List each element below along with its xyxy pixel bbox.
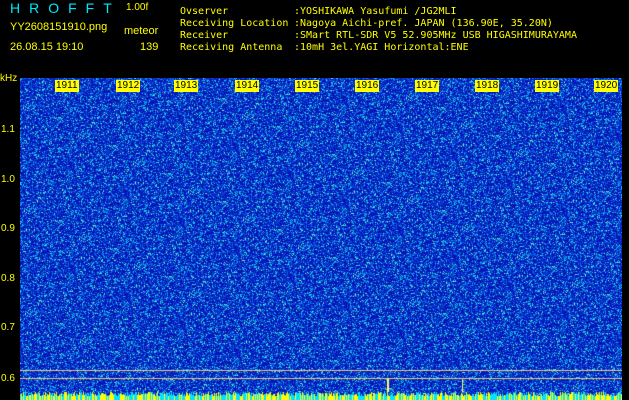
mode-label: meteor <box>124 25 159 37</box>
info-label-observer: Ovserver <box>180 6 229 17</box>
time-mark: 1912 <box>116 80 141 92</box>
y-tick-label: 1.1 <box>1 124 15 135</box>
info-value-antenna: :10mH 3el.YAGI Horizontal:ENE <box>294 42 469 53</box>
info-value-observer: :YOSHIKAWA Yasufumi /JG2MLI <box>294 6 457 17</box>
time-mark: 1913 <box>174 80 199 92</box>
time-mark: 1919 <box>535 80 560 92</box>
axis-unit-label: kHz <box>0 73 18 84</box>
waterfall-spectrogram <box>20 78 622 400</box>
version-label: 1.00f <box>126 2 149 13</box>
app-title: HROFFT <box>10 0 121 16</box>
filename-label: YY2608151910.png <box>10 21 108 33</box>
info-label-antenna: Receiving Antenna <box>180 42 283 53</box>
time-mark: 1917 <box>415 80 440 92</box>
time-mark: 1918 <box>475 80 500 92</box>
datetime-label: 26.08.15 19:10 <box>10 41 84 53</box>
info-value-receiver: :SMart RTL-SDR V5 52.905MHz USB HIGASHIM… <box>294 30 577 41</box>
time-mark: 1911 <box>55 80 79 92</box>
info-label-location: Receiving Location <box>180 18 289 29</box>
y-tick-label: 0.7 <box>1 322 15 333</box>
y-tick-label: 0.9 <box>1 223 15 234</box>
y-tick-label: 0.8 <box>1 273 15 284</box>
time-mark: 1914 <box>235 80 260 92</box>
y-tick-label: 0.6 <box>1 373 15 384</box>
time-mark: 1915 <box>295 80 320 92</box>
y-tick-label: 1.0 <box>1 174 15 185</box>
time-mark: 1916 <box>355 80 380 92</box>
time-mark: 1920 <box>594 80 619 92</box>
info-value-location: :Nagoya Aichi-pref. JAPAN (136.90E, 35.2… <box>294 18 553 29</box>
meteor-count: 139 <box>140 41 159 53</box>
info-label-receiver: Receiver <box>180 30 229 41</box>
header-panel: HROFFT 1.00f YY2608151910.png meteor 26.… <box>0 0 629 78</box>
